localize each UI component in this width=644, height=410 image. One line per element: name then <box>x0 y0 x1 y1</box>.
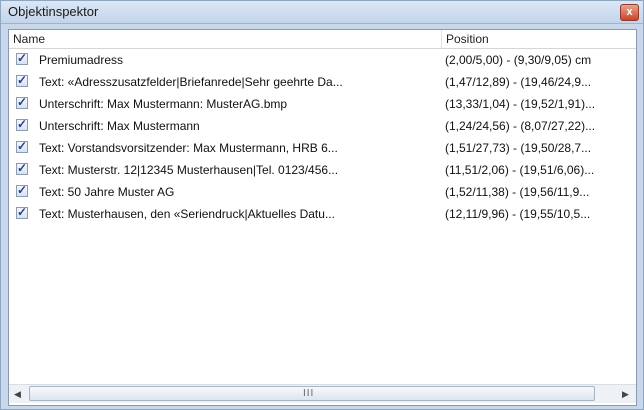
checkmark-icon: ✓ <box>17 161 28 175</box>
row-name: Unterschrift: Max Mustermann: MusterAG.b… <box>39 97 288 111</box>
scroll-right-icon[interactable]: ▶ <box>617 385 634 403</box>
row-position: (11,51/2,06) - (19,51/6,06)... <box>445 163 595 177</box>
checkbox[interactable]: ✓ <box>16 183 28 197</box>
checkbox[interactable]: ✓ <box>16 73 28 87</box>
column-divider[interactable] <box>441 30 442 48</box>
list-item[interactable]: ✓ Premiumadress (2,00/5,00) - (9,30/9,05) … <box>9 49 636 71</box>
checkbox[interactable]: ✓ <box>16 95 28 109</box>
checkmark-icon: ✓ <box>17 139 28 153</box>
list-item[interactable]: ✓ Text: 50 Jahre Muster AG (1,52/11,38) - … <box>9 181 636 203</box>
row-name: Text: Musterstr. 12|12345 Musterhausen|T… <box>39 163 339 177</box>
checkbox[interactable]: ✓ <box>16 139 28 153</box>
row-position: (13,33/1,04) - (19,52/1,91)... <box>445 97 596 111</box>
checkbox[interactable]: ✓ <box>16 117 28 131</box>
row-name: Premiumadress <box>39 53 124 67</box>
row-position: (12,11/9,96) - (19,55/10,5... <box>445 207 591 221</box>
close-icon[interactable]: x <box>620 4 639 21</box>
row-position: (2,00/5,00) - (9,30/9,05) cm <box>445 53 592 67</box>
scroll-left-icon[interactable]: ◀ <box>9 385 26 403</box>
checkmark-icon: ✓ <box>17 205 28 219</box>
title-bar[interactable]: Objektinspektor x <box>1 1 643 24</box>
objektinspektor-window: Objektinspektor x Name Position ✓ Premium… <box>0 0 644 410</box>
row-position: (1,24/24,56) - (8,07/27,22)... <box>445 119 596 133</box>
checkmark-icon: ✓ <box>17 51 28 65</box>
scrollbar-thumb[interactable]: III <box>29 386 595 401</box>
checkbox[interactable]: ✓ <box>16 161 28 175</box>
column-header-position[interactable]: Position <box>446 30 489 48</box>
row-name: Text: Musterhausen, den «Seriendruck|Akt… <box>39 207 335 221</box>
row-name: Text: 50 Jahre Muster AG <box>39 185 175 199</box>
horizontal-scrollbar[interactable]: ◀ III ▶ <box>9 384 636 403</box>
row-name: Text: Vorstandsvorsitzender: Max Musterm… <box>39 141 338 155</box>
column-header: Name Position <box>9 30 636 49</box>
list-item[interactable]: ✓ Unterschrift: Max Mustermann (1,24/24,56… <box>9 115 636 137</box>
list-item[interactable]: ✓ Unterschrift: Max Mustermann: MusterAG.… <box>9 93 636 115</box>
grip-icon: III <box>303 388 315 399</box>
list-item[interactable]: ✓ Text: Musterstr. 12|12345 Musterhausen|… <box>9 159 636 181</box>
row-name: Unterschrift: Max Mustermann <box>39 119 200 133</box>
list-item[interactable]: ✓ Text: «Adresszusatzfelder|Briefanrede|S… <box>9 71 636 93</box>
row-name: Text: «Adresszusatzfelder|Briefanrede|Se… <box>39 75 343 89</box>
list-item[interactable]: ✓ Text: Musterhausen, den «Seriendruck|Ak… <box>9 203 636 225</box>
row-position: (1,51/27,73) - (19,50/28,7... <box>445 141 592 155</box>
column-header-name[interactable]: Name <box>13 30 45 48</box>
checkmark-icon: ✓ <box>17 117 28 131</box>
row-position: (1,47/12,89) - (19,46/24,9... <box>445 75 592 89</box>
checkmark-icon: ✓ <box>17 183 28 197</box>
checkbox[interactable]: ✓ <box>16 51 28 65</box>
rows-container: ✓ Premiumadress (2,00/5,00) - (9,30/9,05) … <box>9 49 636 379</box>
row-position: (1,52/11,38) - (19,56/11,9... <box>445 185 590 199</box>
checkmark-icon: ✓ <box>17 73 28 87</box>
checkmark-icon: ✓ <box>17 95 28 109</box>
checkbox[interactable]: ✓ <box>16 205 28 219</box>
object-list: Name Position ✓ Premiumadress (2,00/5,00) … <box>8 29 637 406</box>
list-item[interactable]: ✓ Text: Vorstandsvorsitzender: Max Muster… <box>9 137 636 159</box>
window-title: Objektinspektor <box>8 4 99 19</box>
